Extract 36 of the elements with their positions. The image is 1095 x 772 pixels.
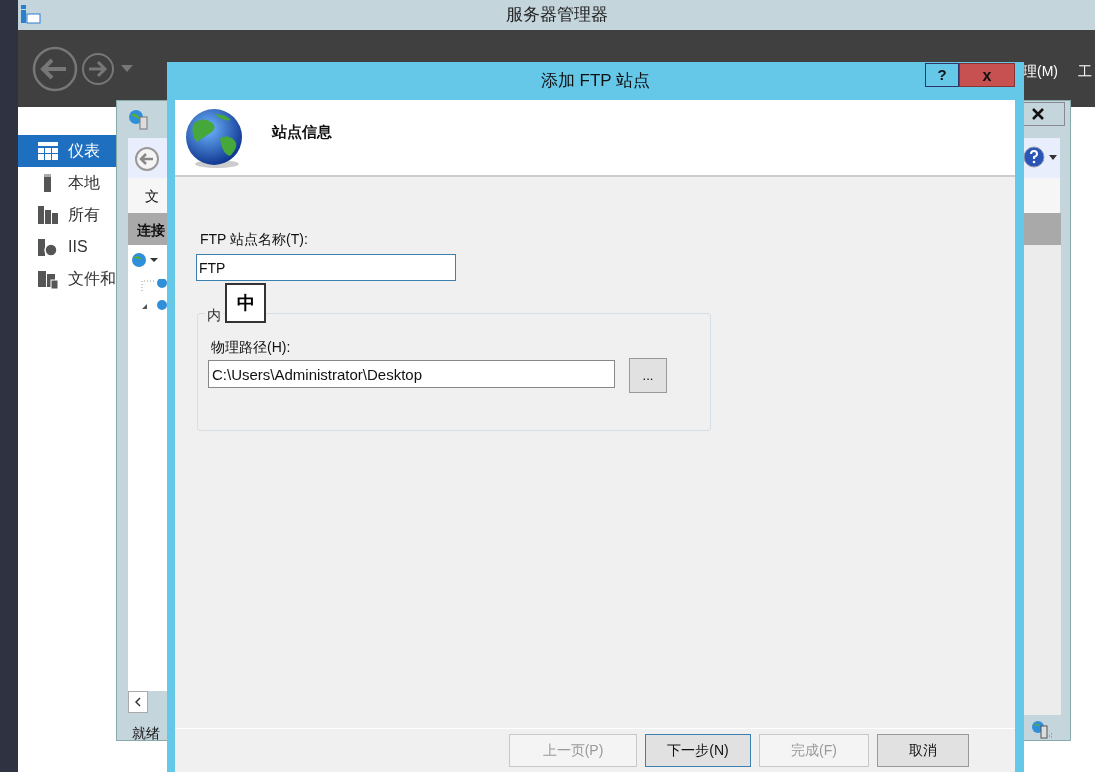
folders-icon <box>38 269 58 289</box>
field-label: FTP 站点名称(T): <box>200 230 308 249</box>
menu-item[interactable]: 工 <box>1078 61 1092 82</box>
field-label: 物理路径(H): <box>211 338 291 357</box>
wizard-button[interactable]: 下一步(N) <box>645 734 751 767</box>
back-icon[interactable] <box>134 146 160 172</box>
sidebar-item[interactable]: 仪表 <box>18 135 118 167</box>
close-button[interactable]: x <box>959 63 1015 87</box>
status-text: 就绪 <box>132 724 160 743</box>
help-button[interactable]: ? <box>925 63 959 87</box>
dropdown-icon[interactable] <box>1049 155 1057 160</box>
server-icon <box>1031 720 1053 740</box>
menu-item[interactable]: 文 <box>145 186 159 207</box>
path-field[interactable]: C:\Users\Administrator\Desktop <box>208 360 615 388</box>
server-globe-icon <box>128 109 150 131</box>
wizard-button[interactable]: 取消 <box>877 734 969 767</box>
site-name-field[interactable]: FTP <box>196 254 456 281</box>
scroll-left-button[interactable] <box>128 691 148 713</box>
globe-icon[interactable] <box>130 251 160 269</box>
grid-icon <box>38 142 58 160</box>
dialog-title: 添加 FTP 站点 <box>540 70 651 93</box>
chevron-left-icon <box>135 697 141 707</box>
ime-indicator: 中 <box>225 283 266 323</box>
forward-icon[interactable] <box>81 52 115 86</box>
close-icon <box>1031 108 1044 120</box>
help-icon[interactable] <box>1023 146 1045 168</box>
browse-button[interactable]: ... <box>629 358 667 393</box>
page-title: 站点信息 <box>272 122 332 142</box>
menu-item[interactable]: 理(M) <box>1023 61 1058 82</box>
server-globe-icon <box>38 237 58 257</box>
globe-icon <box>185 108 245 170</box>
back-icon[interactable] <box>32 46 78 92</box>
window-title: 服务器管理器 <box>505 4 608 27</box>
servers-icon <box>38 205 58 225</box>
app-icon <box>20 4 42 24</box>
panel-title: 连接 <box>137 221 165 240</box>
